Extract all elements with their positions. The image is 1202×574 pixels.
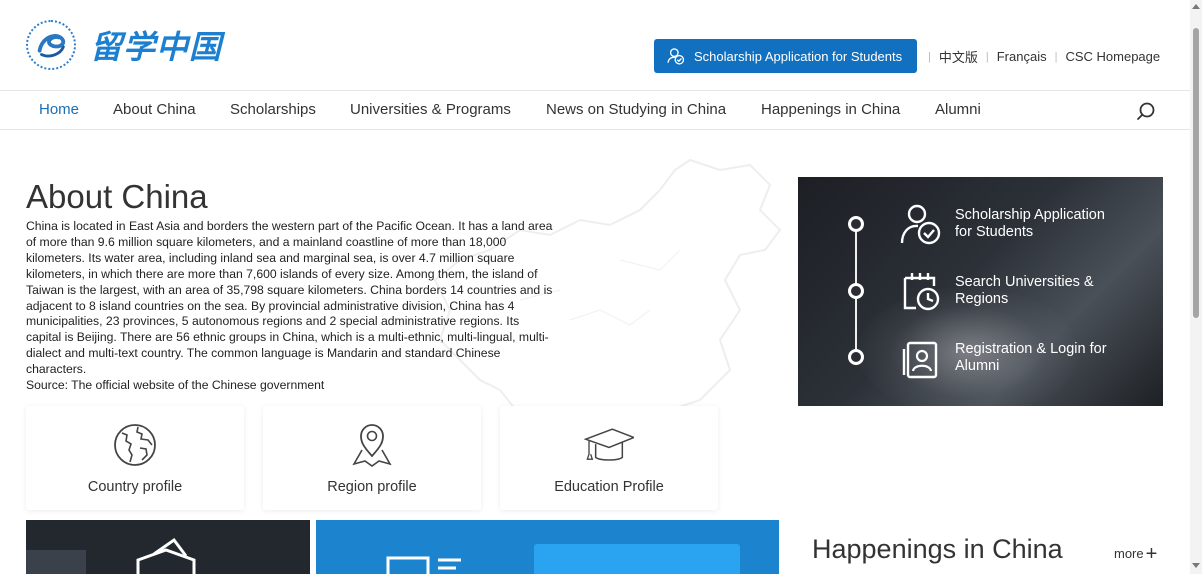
quick-link-scholarship-application[interactable]: Scholarship Application for Students	[898, 199, 1148, 249]
scholarship-application-button[interactable]: Scholarship Application for Students	[654, 39, 917, 73]
about-china-body: China is located in East Asia and border…	[26, 219, 553, 377]
quick-link-alumni-registration[interactable]: Registration & Login for Alumni	[898, 333, 1148, 383]
logo-swirl-icon	[37, 34, 66, 58]
about-china-title: About China	[26, 178, 208, 215]
divider: |	[985, 50, 989, 63]
search-icon[interactable]	[1135, 100, 1157, 122]
scrollbar-thumb[interactable]	[1193, 28, 1199, 318]
nav-alumni[interactable]: Alumni	[935, 101, 981, 118]
happenings-more-link[interactable]: more +	[1114, 541, 1158, 565]
happenings-title: Happenings in China	[812, 534, 1063, 564]
french-version-link[interactable]: Français	[997, 49, 1047, 64]
nav-happenings[interactable]: Happenings in China	[761, 101, 900, 118]
chinese-version-link[interactable]: 中文版	[939, 47, 978, 66]
nav-news[interactable]: News on Studying in China	[546, 101, 726, 118]
site-header: 留学中国 Scholarship Application for Student…	[0, 0, 1190, 90]
country-profile-card[interactable]: Country profile	[26, 406, 244, 510]
scroll-up-icon[interactable]	[1192, 4, 1200, 9]
about-china-description: China is located in East Asia and border…	[26, 219, 556, 394]
globe-icon	[114, 424, 156, 466]
quick-link-search-label: Search Universities & Regions	[955, 274, 1094, 307]
education-profile-label: Education Profile	[554, 479, 664, 495]
timeline-dot	[848, 216, 864, 232]
plus-icon: +	[1145, 543, 1158, 565]
timeline-dot	[848, 283, 864, 299]
tile-highlight-box	[534, 544, 740, 574]
more-label: more	[1114, 546, 1144, 561]
id-card-icon	[902, 341, 938, 379]
quick-links-panel: Scholarship Application for Students Sea…	[798, 177, 1163, 406]
scholarship-application-label: Scholarship Application for Students	[694, 48, 903, 64]
quick-link-scholarship-label: Scholarship Application for Students	[955, 207, 1105, 240]
nav-about-china[interactable]: About China	[113, 101, 196, 118]
about-china-source: Source: The official website of the Chin…	[26, 378, 325, 393]
page-scrollbar[interactable]	[1190, 0, 1202, 574]
quick-link-search-universities[interactable]: Search Universities & Regions	[898, 266, 1148, 316]
user-check-icon	[900, 204, 941, 245]
user-check-icon	[667, 48, 685, 65]
scroll-down-icon[interactable]	[1192, 563, 1200, 568]
main-nav: Home About China Scholarships Universiti…	[0, 90, 1190, 130]
csc-homepage-link[interactable]: CSC Homepage	[1065, 49, 1160, 64]
region-profile-card[interactable]: Region profile	[263, 406, 481, 510]
timeline-dot	[848, 349, 864, 365]
language-links: | 中文版 | Français | CSC Homepage	[920, 47, 1160, 66]
nav-home[interactable]: Home	[39, 101, 79, 118]
quick-link-alumni-label: Registration & Login for Alumni	[955, 341, 1107, 374]
divider: |	[1054, 50, 1058, 63]
feature-tile-blue[interactable]	[316, 520, 779, 574]
logo-emblem-icon[interactable]	[26, 20, 76, 70]
logo-text[interactable]: 留学中国	[90, 22, 222, 68]
map-pin-icon	[352, 424, 392, 467]
graduation-cap-icon	[584, 428, 634, 461]
envelope-icon	[26, 537, 196, 574]
divider: |	[928, 50, 931, 63]
calendar-clock-icon	[903, 273, 940, 311]
nav-universities-programs[interactable]: Universities & Programs	[350, 101, 511, 118]
feature-tile-dark[interactable]	[26, 520, 310, 574]
education-profile-card[interactable]: Education Profile	[500, 406, 718, 510]
region-profile-label: Region profile	[327, 479, 417, 495]
nav-scholarships[interactable]: Scholarships	[230, 101, 316, 118]
country-profile-label: Country profile	[87, 479, 183, 495]
